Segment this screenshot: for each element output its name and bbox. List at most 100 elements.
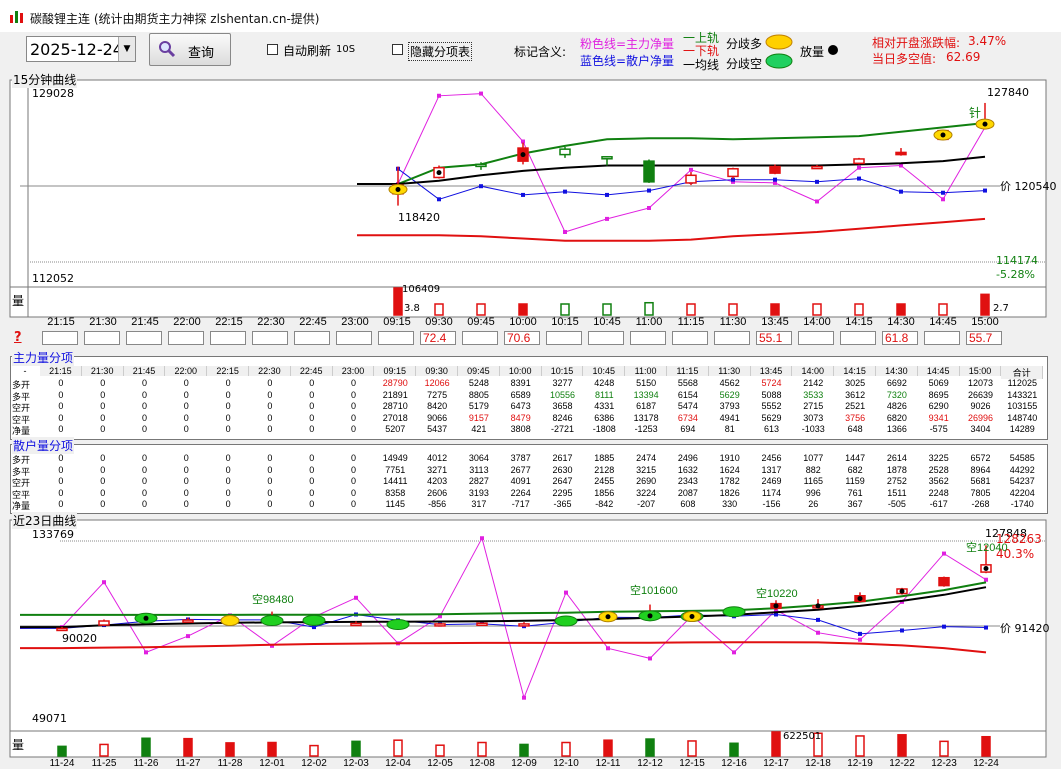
table-cell: -505 <box>887 499 906 509</box>
hide-split-checkbox[interactable] <box>392 44 403 55</box>
table-cell: 6290 <box>928 401 949 411</box>
table-cell: 0 <box>350 499 356 509</box>
volume-bar <box>476 303 486 316</box>
table-cell: 9026 <box>970 401 991 411</box>
strength-cell: 55.1 <box>756 331 792 345</box>
y-min-label: 112052 <box>32 272 74 285</box>
date-label: 12-01 <box>259 758 285 769</box>
table-cell: 4203 <box>427 476 448 486</box>
date-label: 12-15 <box>679 758 705 769</box>
table-cell: 6572 <box>970 453 991 463</box>
table-cell: 26639 <box>967 389 993 400</box>
query-button[interactable]: 查询 <box>149 33 231 66</box>
volume-dot <box>605 614 611 620</box>
legend-title: 标记含义: <box>514 45 567 59</box>
volume-dot <box>520 152 526 158</box>
volume-bar <box>141 737 151 757</box>
candle-body <box>685 174 697 184</box>
time-label: 10:00 <box>509 316 537 328</box>
table-header-cell: 10:00 <box>499 366 542 376</box>
table-cell: 3064 <box>468 453 489 463</box>
table-cell: 8246 <box>552 412 573 423</box>
volume-bar <box>435 744 445 757</box>
table-cell: 9066 <box>427 412 448 423</box>
table-cell: -842 <box>595 499 614 509</box>
table-cell: 8420 <box>427 401 448 411</box>
table-cell: 0 <box>309 464 315 475</box>
table-header-cell: 14:45 <box>917 366 960 376</box>
table-cell: 0 <box>309 412 315 423</box>
table-cell: 2614 <box>886 453 907 463</box>
table-cell: 1826 <box>719 487 740 498</box>
volume-label-23: 量 <box>12 738 25 752</box>
time-label: 22:30 <box>257 316 285 328</box>
table-cell: 13394 <box>633 389 659 400</box>
auto-refresh-checkbox[interactable] <box>267 44 278 55</box>
table-cell: 0 <box>267 499 273 509</box>
table-cell: 1910 <box>719 453 740 463</box>
table-header-cell: 11:30 <box>708 366 751 376</box>
table-cell: 0 <box>267 412 273 423</box>
low-label-23: 90020 <box>62 632 97 645</box>
table-cell: 1878 <box>886 464 907 475</box>
series-point <box>563 189 567 194</box>
date-label: 12-16 <box>721 758 747 769</box>
candle-body <box>475 163 487 168</box>
table-cell: 2128 <box>594 464 615 475</box>
volume-bar <box>560 303 570 316</box>
table-cell: 8695 <box>928 389 949 400</box>
date-label: 11-25 <box>91 758 117 769</box>
table-header-cell: 13:45 <box>750 366 793 376</box>
table-cell: -365 <box>553 499 572 509</box>
table-cell: 2606 <box>427 487 448 498</box>
series-point <box>606 646 610 651</box>
table-cell: 0 <box>100 464 106 475</box>
table-cell: 317 <box>471 499 487 509</box>
table-header-cell: 15:00 <box>959 366 1002 376</box>
strength-cell <box>252 331 288 345</box>
table-cell: 3073 <box>803 412 824 423</box>
series-point <box>647 206 651 211</box>
table-cell: 682 <box>847 464 863 475</box>
table-cell: 0 <box>58 378 64 388</box>
divergence-long-marker <box>220 615 240 627</box>
table-cell: 0 <box>183 476 189 486</box>
table-cell: 0 <box>267 424 273 434</box>
table-cell: 0 <box>267 378 273 388</box>
series-point <box>857 176 861 181</box>
table-cell: 2295 <box>552 487 573 498</box>
table-cell: 0 <box>183 453 189 463</box>
table-header-cell: 22:45 <box>290 366 333 376</box>
table-header-cell: 21:45 <box>123 366 166 376</box>
table-row-label: 净量 <box>12 426 31 436</box>
table-cell: -575 <box>929 424 948 434</box>
table-cell: 1159 <box>845 476 865 486</box>
series-point <box>186 634 190 639</box>
chevron-down-icon[interactable]: ▼ <box>118 37 135 61</box>
date-label: 12-11 <box>595 758 621 769</box>
table-cell: -156 <box>762 499 781 509</box>
high-label: 127840 <box>987 86 1029 99</box>
series-point <box>942 624 946 629</box>
table-header-cell: 09:45 <box>458 366 500 376</box>
series-point <box>605 216 609 221</box>
table-cell: 2715 <box>803 401 824 411</box>
table-cell: 1366 <box>886 424 907 434</box>
table-cell: 5437 <box>427 424 448 434</box>
table-cell: 0 <box>309 389 315 400</box>
table-cell: -2721 <box>550 424 574 434</box>
candle-body <box>518 623 530 627</box>
series-point <box>647 188 651 193</box>
table-cell: 367 <box>847 499 863 509</box>
table-cell: 2528 <box>928 464 949 475</box>
table-cell: 0 <box>58 401 64 411</box>
date-select[interactable]: 2025-12-24 ▼ <box>26 36 136 62</box>
main-table-body: 多开 0 0 0 0 0 0 0 0 28790 12066 5248 8391 3277 4248 5150… <box>10 378 1046 438</box>
strength-cell: 72.4 <box>420 331 456 345</box>
table-cell: 5681 <box>970 476 991 486</box>
table-cell: 1077 <box>803 453 824 463</box>
table-cell: 4248 <box>594 378 615 388</box>
table-cell: 2752 <box>886 476 907 486</box>
time-label: 22:15 <box>215 316 243 328</box>
table-header-cell: 14:15 <box>834 366 876 376</box>
